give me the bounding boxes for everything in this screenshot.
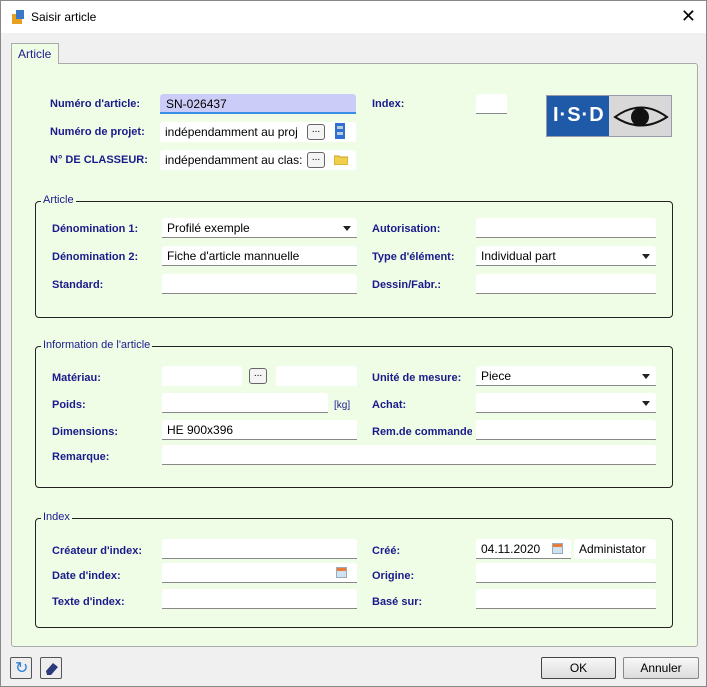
unit-value: Piece	[481, 369, 512, 383]
calendar-icon[interactable]	[552, 543, 563, 554]
drawing-label: Dessin/Fabr.:	[372, 279, 442, 291]
binder-browse-button[interactable]: ...	[307, 152, 325, 168]
project-browse-button[interactable]: ...	[307, 124, 325, 140]
material-desc-input[interactable]	[276, 366, 357, 386]
remark-label: Remarque:	[52, 451, 110, 463]
binder-input[interactable]: indépendamment au clas:	[160, 150, 356, 170]
index-date-input[interactable]	[162, 563, 357, 583]
drawing-input[interactable]	[476, 274, 656, 294]
based-on-label: Basé sur:	[372, 596, 423, 608]
purchase-select[interactable]	[476, 393, 656, 413]
folder-icon[interactable]	[334, 154, 348, 165]
element-type-value: Individual part	[481, 249, 556, 263]
weight-label: Poids:	[52, 399, 86, 411]
unit-select[interactable]: Piece	[476, 366, 656, 386]
eye-icon	[613, 106, 669, 127]
title-bar: Saisir article ✕	[1, 1, 706, 33]
index-label: Index:	[372, 98, 405, 110]
eraser-icon	[46, 663, 58, 675]
order-remark-input[interactable]	[476, 420, 656, 440]
created-label: Créé:	[372, 545, 401, 557]
created-by-input[interactable]: Administator	[574, 539, 656, 559]
index-date-label: Date d'index:	[52, 570, 121, 582]
dimensions-input[interactable]: HE 900x396	[162, 420, 357, 440]
authorisation-label: Autorisation:	[372, 223, 441, 235]
denomination2-input[interactable]: Fiche d'article mannuelle	[162, 246, 357, 266]
index-text-input[interactable]	[162, 589, 357, 609]
cabinet-icon[interactable]	[334, 123, 346, 139]
element-type-select[interactable]: Individual part	[476, 246, 656, 266]
dimensions-label: Dimensions:	[52, 426, 119, 438]
eraser-button[interactable]	[40, 657, 62, 679]
element-type-label: Type d'élément:	[372, 251, 455, 263]
tab-article[interactable]: Article	[11, 43, 59, 64]
calendar-icon[interactable]	[336, 567, 347, 578]
denomination1-value: Profilé exemple	[167, 221, 250, 235]
index-input[interactable]	[476, 94, 507, 114]
chevron-down-icon	[642, 401, 650, 406]
weight-unit: [kg]	[334, 400, 351, 411]
weight-input[interactable]	[162, 393, 328, 413]
standard-label: Standard:	[52, 279, 104, 291]
project-number-input[interactable]: indépendamment au proj	[160, 122, 356, 142]
material-input[interactable]	[162, 366, 242, 386]
window-title: Saisir article	[31, 10, 97, 24]
authorisation-input[interactable]	[476, 218, 656, 238]
chevron-down-icon	[642, 254, 650, 259]
article-group-title: Article	[41, 194, 76, 206]
close-icon[interactable]: ✕	[681, 6, 696, 27]
logo-text: I·S·D	[553, 104, 605, 126]
index-group-title: Index	[41, 511, 72, 523]
project-number-label: Numéro de projet:	[50, 126, 145, 138]
material-browse-button[interactable]: ...	[249, 368, 267, 384]
cancel-button[interactable]: Annuler	[623, 657, 699, 679]
refresh-icon: ↻	[15, 660, 29, 677]
index-creator-label: Créateur d'index:	[52, 545, 143, 557]
chevron-down-icon	[343, 226, 351, 231]
denomination1-label: Dénomination 1:	[52, 223, 139, 235]
project-number-value: indépendamment au proj	[165, 125, 298, 139]
denomination2-label: Dénomination 2:	[52, 251, 139, 263]
chevron-down-icon	[642, 374, 650, 379]
dialog-window: Saisir article ✕ Article Numéro d'articl…	[0, 0, 707, 687]
info-group-title: Information de l'article	[41, 339, 153, 351]
index-creator-input[interactable]	[162, 539, 357, 559]
refresh-button[interactable]: ↻	[10, 657, 32, 679]
order-remark-label: Rem.de commande	[372, 426, 472, 438]
article-number-label: Numéro d'article:	[50, 98, 141, 110]
origin-label: Origine:	[372, 570, 415, 582]
purchase-label: Achat:	[372, 399, 407, 411]
ok-button[interactable]: OK	[541, 657, 616, 679]
isd-logo: I·S·D	[546, 95, 672, 137]
standard-input[interactable]	[162, 274, 357, 294]
article-number-input[interactable]: SN-026437	[160, 94, 356, 114]
based-on-input[interactable]	[476, 589, 656, 609]
binder-value: indépendamment au clas:	[165, 153, 303, 167]
denomination1-select[interactable]: Profilé exemple	[162, 218, 357, 238]
app-icon	[12, 10, 24, 24]
binder-label: N° DE CLASSEUR:	[50, 154, 148, 166]
origin-input[interactable]	[476, 563, 656, 583]
index-text-label: Texte d'index:	[52, 596, 125, 608]
remark-input[interactable]	[162, 445, 656, 465]
material-label: Matériau:	[52, 372, 101, 384]
unit-label: Unité de mesure:	[372, 372, 462, 384]
